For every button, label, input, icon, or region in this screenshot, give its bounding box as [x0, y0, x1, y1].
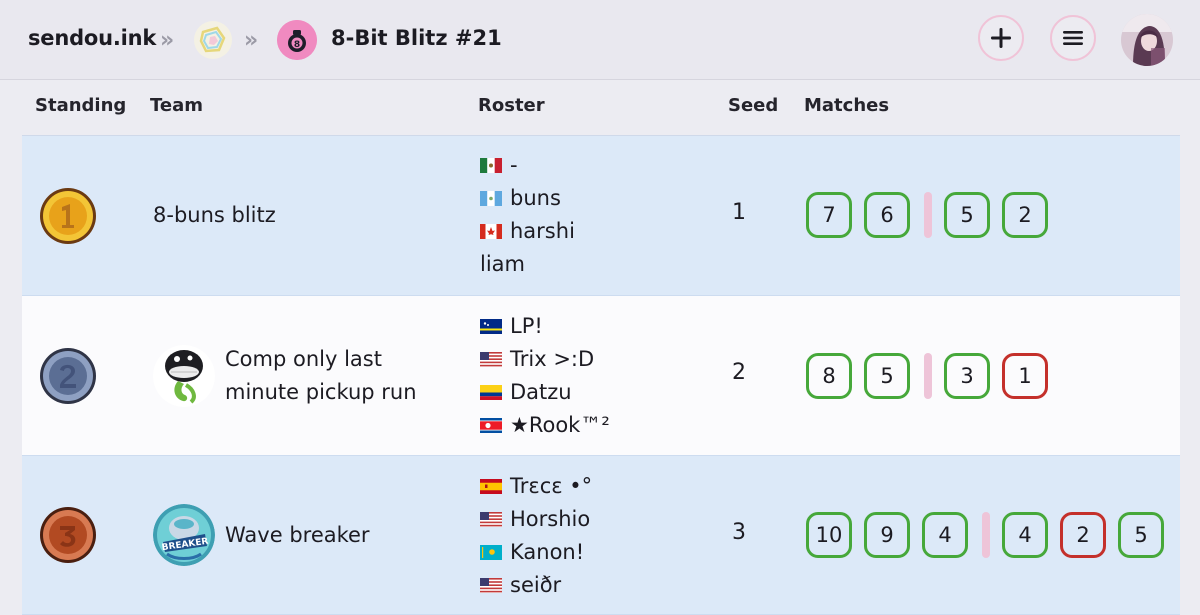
match-result-loss[interactable]: 2 — [1060, 512, 1106, 558]
menu-button[interactable] — [1050, 15, 1096, 61]
match-result-win[interactable]: 5 — [1118, 512, 1164, 558]
svg-text:8: 8 — [294, 40, 300, 50]
roster-player: Horshio — [480, 503, 592, 536]
player-name: Trix >:D — [510, 347, 595, 371]
team-logo: BREAKER — [153, 504, 215, 566]
player-name: LP! — [510, 314, 543, 338]
standings-table: Standing Team Roster Seed Matches 8-buns… — [22, 81, 1180, 615]
team-name[interactable]: Comp only last minute pickup run — [225, 343, 417, 409]
team-name-line: minute pickup run — [225, 380, 417, 404]
add-button[interactable] — [978, 15, 1024, 61]
player-name: Horshio — [510, 507, 591, 531]
flag-usa-icon — [480, 512, 502, 527]
flag-curacao-icon — [480, 319, 502, 334]
player-name: Kanon! — [510, 540, 585, 564]
table-header: Standing Team Roster Seed Matches — [22, 81, 1180, 136]
team-name-line: Comp only last — [225, 347, 382, 371]
roster-player: liam — [480, 248, 575, 281]
roster-player: harshi — [480, 215, 575, 248]
tournament-logo[interactable]: 8 — [277, 20, 317, 60]
bracket-separator — [924, 353, 932, 399]
flag-mexico-icon — [480, 158, 502, 173]
flag-guatemala-icon — [480, 191, 502, 206]
match-result-loss[interactable]: 1 — [1002, 353, 1048, 399]
flag-canada-icon — [480, 224, 502, 239]
team-logo — [153, 345, 215, 407]
flag-kazakhstan-icon — [480, 545, 502, 560]
player-name: Datzu — [510, 380, 572, 404]
hamburger-menu-icon — [1063, 31, 1083, 45]
player-name: - — [510, 153, 518, 177]
match-list: 10 9 4 4 2 5 — [806, 512, 1176, 558]
roster-player: Datzu — [480, 376, 610, 409]
roster-player: Kanon! — [480, 536, 592, 569]
match-result-win[interactable]: 8 — [806, 353, 852, 399]
column-header-roster: Roster — [478, 95, 545, 116]
table-row: BREAKER Wave breaker Trɛcɛ •° Horshio Ka… — [22, 456, 1180, 615]
user-avatar[interactable] — [1121, 14, 1173, 66]
plus-icon — [991, 28, 1011, 48]
organization-logo[interactable] — [193, 20, 233, 60]
seed-value: 3 — [732, 520, 746, 545]
player-name: Trɛcɛ •° — [510, 474, 593, 498]
player-name: buns — [510, 186, 561, 210]
flag-colombia-icon — [480, 385, 502, 400]
match-list: 7 6 5 2 — [806, 192, 1060, 238]
table-row: 8-buns blitz - buns harshi liam 1 7 6 5 — [22, 136, 1180, 296]
match-result-win[interactable]: 6 — [864, 192, 910, 238]
chevron-double-right-icon: » — [160, 28, 174, 53]
seed-value: 1 — [732, 200, 746, 225]
roster-player: LP! — [480, 310, 610, 343]
roster-player: buns — [480, 182, 575, 215]
column-header-seed: Seed — [728, 95, 779, 116]
player-name: liam — [480, 252, 525, 276]
roster-list: Trɛcɛ •° Horshio Kanon! seiðr — [480, 470, 592, 602]
flag-north-korea-icon — [480, 418, 502, 433]
top-bar: sendou.ink » » 8 8-Bit Blitz #21 — [0, 0, 1200, 80]
flag-usa-icon — [480, 352, 502, 367]
table-row: Comp only last minute pickup run LP! Tri… — [22, 296, 1180, 456]
roster-player: - — [480, 149, 575, 182]
flag-usa-icon — [480, 578, 502, 593]
match-result-win[interactable]: 7 — [806, 192, 852, 238]
roster-player: seiðr — [480, 569, 592, 602]
chevron-double-right-icon: » — [244, 28, 258, 53]
gold-medal-icon — [40, 188, 96, 244]
player-name: ★Rook™² — [510, 413, 610, 437]
flag-spain-icon — [480, 479, 502, 494]
seed-value: 2 — [732, 360, 746, 385]
column-header-standing: Standing — [35, 95, 127, 116]
bronze-medal-icon — [40, 507, 96, 563]
match-result-win[interactable]: 3 — [944, 353, 990, 399]
team-name[interactable]: Wave breaker — [225, 519, 370, 552]
tournament-title[interactable]: 8-Bit Blitz #21 — [331, 26, 502, 50]
match-result-win[interactable]: 4 — [922, 512, 968, 558]
match-result-win[interactable]: 2 — [1002, 192, 1048, 238]
team-name[interactable]: 8-buns blitz — [153, 199, 276, 232]
roster-player: ★Rook™² — [480, 409, 610, 442]
roster-player: Trix >:D — [480, 343, 610, 376]
silver-medal-icon — [40, 348, 96, 404]
bracket-separator — [982, 512, 990, 558]
match-result-win[interactable]: 9 — [864, 512, 910, 558]
brand-link[interactable]: sendou.ink — [28, 26, 156, 50]
player-name: harshi — [510, 219, 575, 243]
player-name: seiðr — [510, 573, 562, 597]
bracket-separator — [924, 192, 932, 238]
roster-list: - buns harshi liam — [480, 149, 575, 281]
column-header-team: Team — [150, 95, 203, 116]
match-list: 8 5 3 1 — [806, 353, 1060, 399]
roster-list: LP! Trix >:D Datzu ★Rook™² — [480, 310, 610, 442]
match-result-win[interactable]: 4 — [1002, 512, 1048, 558]
roster-player: Trɛcɛ •° — [480, 470, 592, 503]
match-result-win[interactable]: 5 — [944, 192, 990, 238]
match-result-win[interactable]: 5 — [864, 353, 910, 399]
column-header-matches: Matches — [804, 95, 890, 116]
match-result-win[interactable]: 10 — [806, 512, 852, 558]
